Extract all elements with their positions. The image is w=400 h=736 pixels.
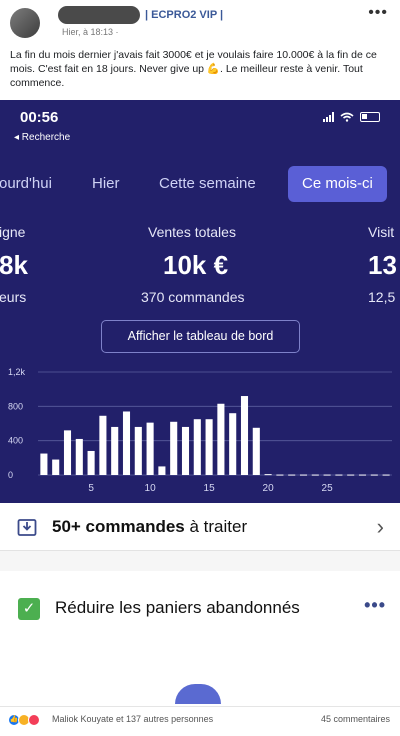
tab-this-month[interactable]: Ce mois-ci <box>288 166 387 202</box>
chart-bar <box>335 474 343 476</box>
x-tick-label: 15 <box>204 483 216 494</box>
x-tick-label: 20 <box>263 483 275 494</box>
group-name[interactable]: | ECPRO2 VIP | <box>145 9 223 21</box>
y-tick-label: 800 <box>8 401 23 411</box>
x-tick-label: 10 <box>145 483 157 494</box>
y-tick-label: 400 <box>8 436 23 446</box>
orders-to-process-text: 50+ commandes à traiter <box>52 517 247 537</box>
stat-right-label: Visit <box>368 224 395 240</box>
stat-left-label: igne <box>0 224 26 240</box>
chart-bar <box>63 430 72 475</box>
checkmark-icon: ✓ <box>18 598 40 620</box>
orders-to-process-suffix: à traiter <box>184 517 248 536</box>
total-sales-label: Ventes totales <box>148 224 236 240</box>
chart-bar <box>358 474 367 476</box>
x-tick-label: 25 <box>322 483 334 494</box>
post-header: | ECPRO2 VIP | Hier, à 18:13 · ••• <box>0 0 400 44</box>
tab-today[interactable]: ourd'hui <box>0 166 52 202</box>
chart-bar <box>252 427 260 475</box>
shopify-screenshot: 00:56 ◂ Recherche ourd'hui Hier Cette se… <box>0 100 400 503</box>
reactions-bar: 👍 Maliok Kouyate et 137 autres personnes… <box>0 706 400 736</box>
chart-bar <box>370 474 378 476</box>
orders-to-process-row[interactable]: 50+ commandes à traiter › <box>0 503 400 551</box>
stat-right-sub: 12,5 <box>368 289 396 305</box>
x-tick-label: 5 <box>88 483 94 494</box>
status-icons <box>323 112 380 122</box>
chart-bar <box>170 421 178 475</box>
chart-bar <box>288 474 296 476</box>
chart-bar <box>75 438 83 475</box>
post-text: La fin du mois dernier j'avais fait 3000… <box>10 49 377 89</box>
post-timestamp[interactable]: Hier, à 18:13 · <box>62 27 119 37</box>
chart-bar <box>193 419 201 475</box>
chart-bar <box>323 474 331 476</box>
orders-count: 370 commandes <box>141 289 245 305</box>
tab-yesterday[interactable]: Hier <box>92 166 120 202</box>
chart-bar <box>240 396 249 475</box>
reaction-icons[interactable]: 👍 <box>8 714 40 726</box>
chart-bar <box>382 474 390 476</box>
y-tick-label: 0 <box>8 470 13 480</box>
chart-bar <box>276 474 284 476</box>
y-tick-label: 1,2k <box>8 367 26 377</box>
status-time: 00:56 <box>20 109 59 126</box>
chart-bar <box>205 419 213 475</box>
show-dashboard-button[interactable]: Afficher le tableau de bord <box>101 320 300 353</box>
sales-bar-chart: 0 400 800 1,2k 5 10 15 20 25 <box>8 367 392 494</box>
abandoned-carts-card[interactable]: ✓ Réduire les paniers abandonnés ••• <box>0 571 400 704</box>
stat-left-value: 8k <box>0 250 28 280</box>
chart-bar <box>87 450 95 475</box>
chart-bar <box>111 426 119 475</box>
stat-left-sub: eurs <box>0 289 27 305</box>
more-options-icon[interactable]: ••• <box>368 4 388 22</box>
abandoned-carts-title: Réduire les paniers abandonnés <box>55 598 300 617</box>
section-divider <box>0 551 400 571</box>
chart-bar <box>146 422 154 475</box>
total-sales-value: 10k € <box>163 250 229 280</box>
chart-bar <box>40 453 48 475</box>
tab-this-week[interactable]: Cette semaine <box>159 166 256 202</box>
avatar[interactable] <box>10 8 40 38</box>
chart-bar <box>52 459 60 475</box>
wifi-icon <box>340 112 354 122</box>
chart-bar <box>299 474 308 476</box>
card-more-icon[interactable]: ••• <box>364 595 386 616</box>
comments-count[interactable]: 45 commentaires <box>321 714 390 724</box>
stat-right-value: 13 <box>368 250 397 280</box>
back-to-search-link[interactable]: ◂ Recherche <box>14 132 70 143</box>
cart-illustration <box>175 684 221 704</box>
chart-bar <box>347 474 355 476</box>
chart-bar <box>264 474 272 476</box>
chart-bar <box>217 403 225 475</box>
chart-bar <box>122 411 131 475</box>
chart-bar <box>158 466 166 475</box>
chart-bar <box>181 426 190 475</box>
chart-bar <box>229 413 237 475</box>
signal-icon <box>323 112 334 122</box>
chart-bar <box>311 474 319 476</box>
love-reaction-icon <box>28 714 40 726</box>
chart-bar <box>99 415 107 475</box>
redacted-author-name <box>58 6 140 24</box>
chart-bar <box>134 426 142 475</box>
download-tray-icon <box>17 519 37 536</box>
orders-count-label: 50+ commandes <box>52 517 185 536</box>
battery-icon <box>360 112 380 122</box>
reaction-names[interactable]: Maliok Kouyate et 137 autres personnes <box>52 714 213 724</box>
chevron-right-icon: › <box>376 514 384 539</box>
